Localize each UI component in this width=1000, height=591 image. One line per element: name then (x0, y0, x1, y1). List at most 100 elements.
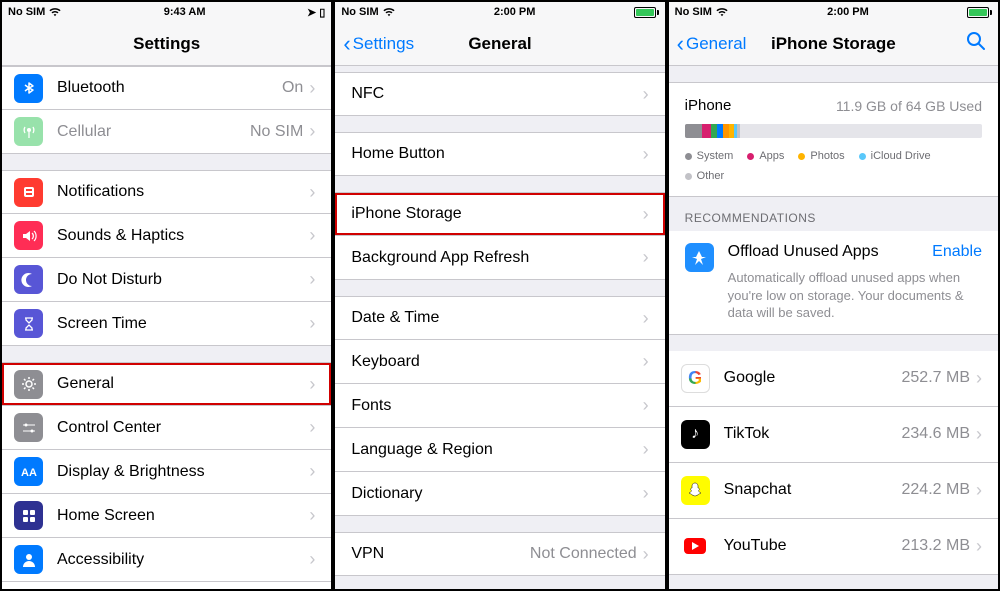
general-list[interactable]: NFC› Home Button› iPhone Storage›Backgro… (335, 66, 664, 589)
chevron-left-icon: ‹ (677, 31, 684, 57)
general-screen: No SIM 2:00 PM ‹ Settings General NFC› H… (333, 0, 666, 591)
bluetooth-icon (14, 74, 43, 103)
legend-item: Photos (798, 150, 844, 162)
recommendation-row: Offload Unused Apps Enable Automatically… (669, 231, 998, 335)
aa-icon: AA (14, 457, 43, 486)
settings-row-screen-time[interactable]: Screen Time› (2, 302, 331, 346)
settings-row-notifications[interactable]: Notifications› (2, 170, 331, 214)
chevron-right-icon: › (309, 313, 315, 334)
row-label: Display & Brightness (57, 463, 309, 481)
settings-row-wallpaper[interactable]: Wallpaper› (2, 582, 331, 589)
chevron-right-icon: › (643, 439, 649, 460)
legend-item: iCloud Drive (859, 150, 931, 162)
chevron-right-icon: › (643, 351, 649, 372)
back-button[interactable]: ‹ Settings (335, 31, 414, 57)
chevron-right-icon: › (976, 480, 982, 501)
sliders-icon (14, 413, 43, 442)
chevron-right-icon: › (976, 368, 982, 389)
legend-label: Other (697, 170, 725, 182)
row-label: Sounds & Haptics (57, 227, 309, 245)
back-label: Settings (353, 34, 414, 54)
app-name: TikTok (724, 425, 902, 443)
grid-icon (14, 501, 43, 530)
row-detail: Not Connected (530, 545, 637, 563)
google-icon: G (681, 364, 710, 393)
recommendations-header: RECOMMENDATIONS (669, 197, 998, 231)
carrier-label: No SIM (341, 6, 378, 18)
legend-item: System (685, 150, 734, 162)
storage-used-text: 11.9 GB of 64 GB Used (836, 98, 982, 114)
general-row-background-app-refresh[interactable]: Background App Refresh› (335, 236, 664, 280)
moon-icon (14, 265, 43, 294)
battery-icon: ▯ (319, 6, 325, 19)
chevron-right-icon: › (643, 544, 649, 565)
settings-row-cellular[interactable]: CellularNo SIM› (2, 110, 331, 154)
chevron-right-icon: › (643, 247, 649, 268)
legend-item: Apps (747, 150, 784, 162)
back-label: General (686, 34, 746, 54)
general-row-dictionary[interactable]: Dictionary› (335, 472, 664, 516)
search-icon (966, 31, 986, 51)
chevron-left-icon: ‹ (343, 31, 350, 57)
search-button[interactable] (966, 31, 998, 56)
chevron-right-icon: › (643, 395, 649, 416)
legend-item: Other (685, 170, 725, 182)
back-button[interactable]: ‹ General (669, 31, 747, 57)
app-row-tiktok[interactable]: ♪TikTok234.6 MB› (669, 407, 998, 463)
enable-button[interactable]: Enable (932, 243, 982, 261)
person-icon (14, 545, 43, 574)
settings-row-sounds-haptics[interactable]: Sounds & Haptics› (2, 214, 331, 258)
chevron-right-icon: › (643, 84, 649, 105)
general-row-home-button[interactable]: Home Button› (335, 132, 664, 176)
chevron-right-icon: › (309, 121, 315, 142)
row-label: Date & Time (351, 309, 642, 327)
app-row-google[interactable]: GGoogle252.7 MB› (669, 351, 998, 407)
app-row-snapchat[interactable]: Snapchat224.2 MB › (669, 463, 998, 519)
legend-label: iCloud Drive (871, 150, 931, 162)
legend-dot (685, 153, 692, 160)
app-name: Snapchat (724, 481, 902, 499)
settings-row-control-center[interactable]: Control Center› (2, 406, 331, 450)
chevron-right-icon: › (309, 461, 315, 482)
settings-row-display-brightness[interactable]: AA Display & Brightness› (2, 450, 331, 494)
settings-list[interactable]: BluetoothOn›CellularNo SIM› Notification… (2, 66, 331, 589)
storage-content[interactable]: iPhone 11.9 GB of 64 GB Used System Apps P… (669, 66, 998, 589)
row-label: Fonts (351, 397, 642, 415)
wifi-icon (382, 7, 396, 17)
storage-legend: System Apps Photos iCloud Drive Other (685, 150, 982, 182)
general-row-keyboard[interactable]: Keyboard› (335, 340, 664, 384)
settings-row-bluetooth[interactable]: BluetoothOn› (2, 66, 331, 110)
general-row-date-time[interactable]: Date & Time› (335, 296, 664, 340)
storage-summary: iPhone 11.9 GB of 64 GB Used System Apps P… (669, 82, 998, 197)
chevron-right-icon: › (309, 549, 315, 570)
storage-segment (685, 124, 703, 138)
legend-dot (685, 173, 692, 180)
nav-bar: ‹ Settings General (335, 22, 664, 66)
wifi-icon (715, 7, 729, 17)
settings-row-general[interactable]: General› (2, 362, 331, 406)
status-time: 2:00 PM (494, 6, 536, 18)
app-size: 224.2 MB (902, 481, 970, 499)
bell-icon (14, 178, 43, 207)
settings-row-do-not-disturb[interactable]: Do Not Disturb› (2, 258, 331, 302)
settings-row-accessibility[interactable]: Accessibility› (2, 538, 331, 582)
row-detail: No SIM (250, 123, 303, 141)
row-label: Do Not Disturb (57, 271, 309, 289)
general-row-language-region[interactable]: Language & Region› (335, 428, 664, 472)
legend-dot (859, 153, 866, 160)
app-size: 252.7 MB (902, 369, 970, 387)
general-row-iphone-storage[interactable]: iPhone Storage› (335, 192, 664, 236)
general-row-vpn[interactable]: VPNNot Connected› (335, 532, 664, 576)
settings-screen: No SIM 9:43 AM ➤ ▯ Settings BluetoothOn›… (0, 0, 333, 591)
nav-bar: ‹ General iPhone Storage (669, 22, 998, 66)
appstore-icon (685, 243, 714, 272)
settings-row-home-screen[interactable]: Home Screen› (2, 494, 331, 538)
hourglass-icon (14, 309, 43, 338)
general-row-nfc[interactable]: NFC› (335, 72, 664, 116)
rec-title: Offload Unused Apps (728, 243, 879, 261)
general-row-fonts[interactable]: Fonts› (335, 384, 664, 428)
device-name: iPhone (685, 97, 732, 114)
status-bar: No SIM 9:43 AM ➤ ▯ (2, 2, 331, 22)
app-row-youtube[interactable]: YouTube213.2 MB› (669, 519, 998, 575)
chevron-right-icon: › (309, 417, 315, 438)
